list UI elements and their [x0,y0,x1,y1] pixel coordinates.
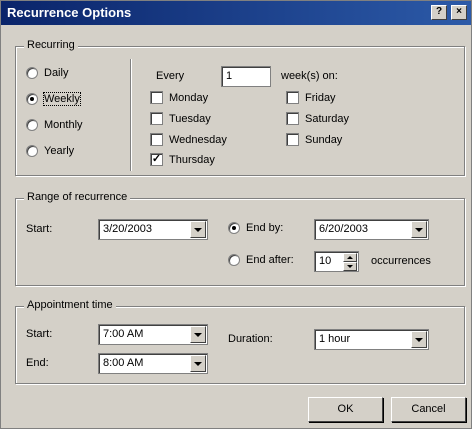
checkbox-wednesday[interactable]: Wednesday [150,133,227,146]
checkbox-sunday[interactable]: Sunday [286,133,342,146]
weeks-on-label: week(s) on: [281,70,338,82]
every-weeks-input[interactable]: 1 [221,66,271,87]
chevron-down-icon[interactable] [411,221,427,238]
range-start-select[interactable]: 3/20/2003 [98,219,208,240]
range-group: Range of recurrence Start: 3/20/2003 End… [15,191,465,286]
cancel-button[interactable]: Cancel [391,397,466,422]
radio-monthly[interactable]: Monthly [26,119,83,131]
duration-select[interactable]: 1 hour [314,329,429,350]
appt-start-label: Start: [26,328,53,340]
end-by-select[interactable]: 6/20/2003 [314,219,429,240]
dialog-title: Recurrence Options [7,5,132,20]
recurring-group: Recurring Daily Weekly Monthly Yearly Ev… [15,39,465,176]
range-legend: Range of recurrence [24,191,131,203]
checkbox-monday[interactable]: Monday [150,91,208,104]
checkbox-friday[interactable]: Friday [286,91,336,104]
radio-daily[interactable]: Daily [26,67,68,79]
radio-weekly[interactable]: Weekly [26,92,81,106]
duration-label: Duration: [228,333,273,345]
appt-end-label: End: [26,357,49,369]
ok-button[interactable]: OK [308,397,383,422]
recurrence-dialog: Recurrence Options ? × Recurring Daily W… [0,0,472,429]
occurrences-label: occurrences [371,255,431,267]
title-bar: Recurrence Options ? × [1,1,471,25]
appt-end-select[interactable]: 8:00 AM [98,353,208,374]
chevron-down-icon[interactable] [411,331,427,348]
checkbox-thursday[interactable]: ✓ Thursday [150,153,215,166]
appointment-legend: Appointment time [24,299,116,311]
spin-down-icon[interactable] [343,262,357,271]
radio-yearly[interactable]: Yearly [26,145,74,157]
checkbox-saturday[interactable]: Saturday [286,112,349,125]
recurring-separator [130,59,132,171]
chevron-down-icon[interactable] [190,326,206,343]
chevron-down-icon[interactable] [190,221,206,238]
end-after-stepper[interactable]: 10 [314,251,359,272]
appt-start-select[interactable]: 7:00 AM [98,324,208,345]
help-button[interactable]: ? [431,5,447,20]
radio-end-by[interactable]: End by: [228,222,283,234]
radio-end-after[interactable]: End after: [228,254,294,266]
close-button[interactable]: × [451,5,467,20]
chevron-down-icon[interactable] [190,355,206,372]
spin-up-icon[interactable] [343,253,357,262]
range-start-label: Start: [26,223,53,235]
checkbox-tuesday[interactable]: Tuesday [150,112,211,125]
recurring-legend: Recurring [24,39,78,51]
checkmark-icon: ✓ [150,153,163,166]
appointment-group: Appointment time Start: 7:00 AM End: 8:0… [15,299,465,384]
every-label: Every [156,70,185,82]
